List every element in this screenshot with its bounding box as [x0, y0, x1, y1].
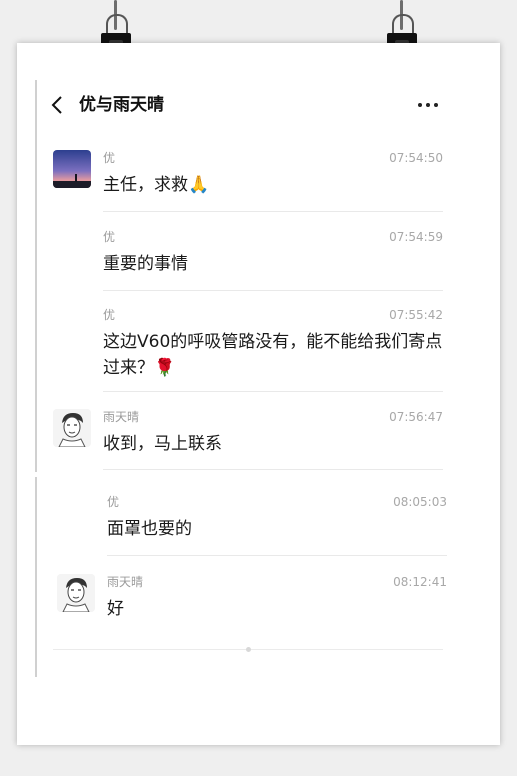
- message-text: 收到，马上联系: [103, 434, 222, 454]
- chat-header: 优与雨天晴: [51, 93, 441, 117]
- sender-name: 优: [103, 308, 116, 322]
- back-button[interactable]: [51, 95, 63, 115]
- message-divider: [103, 211, 443, 212]
- message-divider: [103, 469, 443, 470]
- chat-title: 优与雨天晴: [79, 95, 164, 115]
- avatar: [57, 574, 95, 612]
- message-time: 07:55:42: [389, 308, 443, 322]
- chat-record-paper: 优与雨天晴 优 07:54:50 主任，求救🙏 优 07:54:59 重要的事情…: [17, 43, 500, 745]
- more-button[interactable]: [415, 93, 441, 117]
- message-time: 07:54:59: [389, 230, 443, 244]
- sender-name: 雨天晴: [103, 410, 140, 424]
- message-text: 主任，求救🙏: [103, 175, 210, 195]
- message-divider: [103, 290, 443, 291]
- sender-name: 优: [103, 151, 116, 165]
- message-text: 这边V60的呼吸管路没有，能不能给我们寄点过来？🌹: [103, 332, 443, 378]
- message-item[interactable]: 雨天晴 08:12:41 好: [57, 574, 447, 626]
- message-item[interactable]: 优 07:55:42 这边V60的呼吸管路没有，能不能给我们寄点过来？🌹: [53, 307, 443, 387]
- more-dots-icon: [418, 103, 438, 107]
- sender-name: 雨天晴: [107, 575, 144, 589]
- left-border-line: [35, 80, 37, 472]
- message-text: 面罩也要的: [107, 519, 192, 539]
- message-text: 好: [107, 599, 124, 619]
- avatar: [53, 150, 91, 188]
- message-divider: [103, 391, 443, 392]
- sender-name: 优: [107, 495, 120, 509]
- message-time: 07:56:47: [389, 410, 443, 424]
- message-divider: [107, 555, 447, 556]
- chevron-left-icon: [51, 96, 62, 114]
- message-item[interactable]: 优 07:54:59 重要的事情: [53, 229, 443, 281]
- message-time: 08:05:03: [393, 495, 447, 509]
- message-time: 08:12:41: [393, 575, 447, 589]
- message-time: 07:54:50: [389, 151, 443, 165]
- message-text: 重要的事情: [103, 254, 188, 274]
- message-item[interactable]: 优 08:05:03 面罩也要的: [57, 494, 447, 546]
- left-border-line: [35, 477, 37, 677]
- avatar: [53, 409, 91, 447]
- message-item[interactable]: 优 07:54:50 主任，求救🙏: [53, 150, 443, 202]
- sender-name: 优: [103, 230, 116, 244]
- message-item[interactable]: 雨天晴 07:56:47 收到，马上联系: [53, 409, 443, 461]
- end-dot: [246, 647, 251, 652]
